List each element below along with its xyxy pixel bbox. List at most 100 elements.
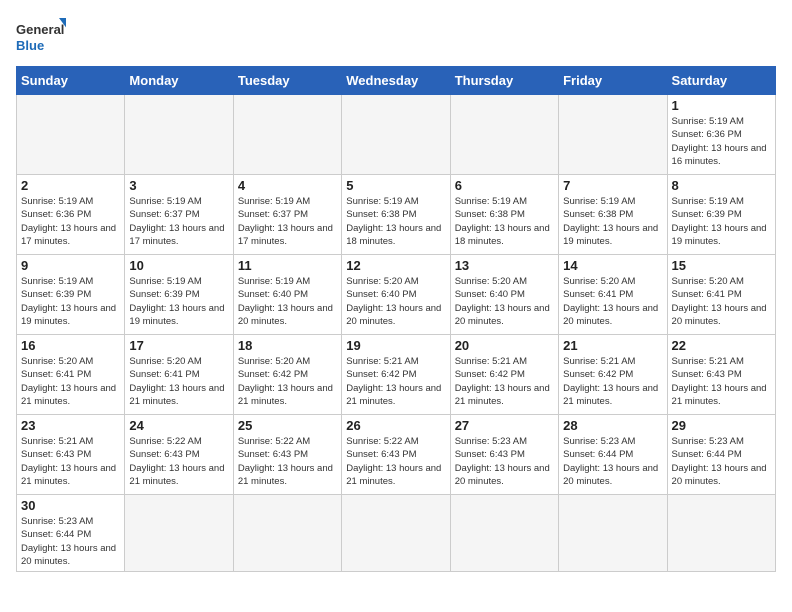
day-number: 23 bbox=[21, 418, 120, 433]
calendar-day-cell bbox=[342, 95, 450, 175]
day-number: 21 bbox=[563, 338, 662, 353]
day-info: Sunrise: 5:19 AM Sunset: 6:39 PM Dayligh… bbox=[129, 275, 228, 328]
calendar-day-cell bbox=[125, 95, 233, 175]
day-info: Sunrise: 5:19 AM Sunset: 6:38 PM Dayligh… bbox=[455, 195, 554, 248]
calendar-day-cell: 8Sunrise: 5:19 AM Sunset: 6:39 PM Daylig… bbox=[667, 175, 775, 255]
svg-text:Blue: Blue bbox=[16, 38, 44, 53]
day-number: 2 bbox=[21, 178, 120, 193]
calendar-day-cell bbox=[125, 495, 233, 572]
day-number: 20 bbox=[455, 338, 554, 353]
day-number: 26 bbox=[346, 418, 445, 433]
day-info: Sunrise: 5:19 AM Sunset: 6:37 PM Dayligh… bbox=[129, 195, 228, 248]
calendar-day-cell bbox=[667, 495, 775, 572]
calendar-day-cell: 18 Sunrise: 5:20 AM Sunset: 6:42 PM Dayli… bbox=[233, 335, 341, 415]
day-number: 15 bbox=[672, 258, 771, 273]
calendar-day-cell: 16Sunrise: 5:20 AM Sunset: 6:41 PM Dayli… bbox=[17, 335, 125, 415]
calendar-day-cell bbox=[559, 95, 667, 175]
day-info: Sunrise: 5:20 AM Sunset: 6:41 PM Dayligh… bbox=[563, 275, 662, 328]
day-number: 4 bbox=[238, 178, 337, 193]
calendar-week-row: 16Sunrise: 5:20 AM Sunset: 6:41 PM Dayli… bbox=[17, 335, 776, 415]
calendar-day-cell: 14 Sunrise: 5:20 AM Sunset: 6:41 PM Dayli… bbox=[559, 255, 667, 335]
calendar-week-row: 30 Sunrise: 5:23 AM Sunset: 6:44 PM Dayli… bbox=[17, 495, 776, 572]
calendar-day-cell bbox=[233, 495, 341, 572]
day-number: 1 bbox=[672, 98, 771, 113]
calendar-day-cell: 19 Sunrise: 5:21 AM Sunset: 6:42 PM Dayli… bbox=[342, 335, 450, 415]
calendar-day-cell: 17Sunrise: 5:20 AM Sunset: 6:41 PM Dayli… bbox=[125, 335, 233, 415]
day-number: 22 bbox=[672, 338, 771, 353]
day-info: Sunrise: 5:21 AM Sunset: 6:42 PM Dayligh… bbox=[455, 355, 554, 408]
calendar-day-cell: 24 Sunrise: 5:22 AM Sunset: 6:43 PM Dayli… bbox=[125, 415, 233, 495]
day-number: 8 bbox=[672, 178, 771, 193]
calendar-day-cell bbox=[559, 495, 667, 572]
calendar-week-row: 2 Sunrise: 5:19 AM Sunset: 6:36 PM Daylig… bbox=[17, 175, 776, 255]
calendar-day-cell: 11Sunrise: 5:19 AM Sunset: 6:40 PM Dayli… bbox=[233, 255, 341, 335]
day-info: Sunrise: 5:22 AM Sunset: 6:43 PM Dayligh… bbox=[129, 435, 228, 488]
day-number: 10 bbox=[129, 258, 228, 273]
day-number: 6 bbox=[455, 178, 554, 193]
day-number: 19 bbox=[346, 338, 445, 353]
day-info: Sunrise: 5:19 AM Sunset: 6:37 PM Dayligh… bbox=[238, 195, 337, 248]
day-info: Sunrise: 5:20 AM Sunset: 6:40 PM Dayligh… bbox=[346, 275, 445, 328]
calendar-day-cell: 4 Sunrise: 5:19 AM Sunset: 6:37 PM Daylig… bbox=[233, 175, 341, 255]
day-info: Sunrise: 5:20 AM Sunset: 6:40 PM Dayligh… bbox=[455, 275, 554, 328]
day-info: Sunrise: 5:20 AM Sunset: 6:42 PM Dayligh… bbox=[238, 355, 337, 408]
calendar-day-cell: 22Sunrise: 5:21 AM Sunset: 6:43 PM Dayli… bbox=[667, 335, 775, 415]
calendar-day-cell: 10 Sunrise: 5:19 AM Sunset: 6:39 PM Dayli… bbox=[125, 255, 233, 335]
calendar-day-cell bbox=[450, 95, 558, 175]
day-number: 3 bbox=[129, 178, 228, 193]
calendar-day-cell bbox=[450, 495, 558, 572]
calendar-day-cell: 1 Sunrise: 5:19 AM Sunset: 6:36 PM Daylig… bbox=[667, 95, 775, 175]
day-number: 24 bbox=[129, 418, 228, 433]
day-info: Sunrise: 5:19 AM Sunset: 6:39 PM Dayligh… bbox=[21, 275, 120, 328]
weekday-header-row: SundayMondayTuesdayWednesdayThursdayFrid… bbox=[17, 67, 776, 95]
day-number: 18 bbox=[238, 338, 337, 353]
calendar-day-cell: 6 Sunrise: 5:19 AM Sunset: 6:38 PM Daylig… bbox=[450, 175, 558, 255]
calendar-day-cell: 7Sunrise: 5:19 AM Sunset: 6:38 PM Daylig… bbox=[559, 175, 667, 255]
day-number: 12 bbox=[346, 258, 445, 273]
day-info: Sunrise: 5:19 AM Sunset: 6:38 PM Dayligh… bbox=[346, 195, 445, 248]
svg-text:General: General bbox=[16, 22, 64, 37]
day-number: 14 bbox=[563, 258, 662, 273]
day-number: 9 bbox=[21, 258, 120, 273]
weekday-header-thursday: Thursday bbox=[450, 67, 558, 95]
day-info: Sunrise: 5:21 AM Sunset: 6:43 PM Dayligh… bbox=[21, 435, 120, 488]
day-number: 30 bbox=[21, 498, 120, 513]
day-info: Sunrise: 5:22 AM Sunset: 6:43 PM Dayligh… bbox=[346, 435, 445, 488]
day-info: Sunrise: 5:23 AM Sunset: 6:43 PM Dayligh… bbox=[455, 435, 554, 488]
calendar-table: SundayMondayTuesdayWednesdayThursdayFrid… bbox=[16, 66, 776, 572]
day-number: 13 bbox=[455, 258, 554, 273]
day-info: Sunrise: 5:23 AM Sunset: 6:44 PM Dayligh… bbox=[21, 515, 120, 568]
calendar-day-cell bbox=[342, 495, 450, 572]
calendar-day-cell: 15Sunrise: 5:20 AM Sunset: 6:41 PM Dayli… bbox=[667, 255, 775, 335]
day-info: Sunrise: 5:19 AM Sunset: 6:36 PM Dayligh… bbox=[672, 115, 771, 168]
logo: General Blue bbox=[16, 16, 66, 56]
day-info: Sunrise: 5:20 AM Sunset: 6:41 PM Dayligh… bbox=[21, 355, 120, 408]
weekday-header-sunday: Sunday bbox=[17, 67, 125, 95]
calendar-day-cell: 2 Sunrise: 5:19 AM Sunset: 6:36 PM Daylig… bbox=[17, 175, 125, 255]
day-info: Sunrise: 5:21 AM Sunset: 6:42 PM Dayligh… bbox=[346, 355, 445, 408]
calendar-day-cell bbox=[233, 95, 341, 175]
calendar-day-cell: 26 Sunrise: 5:22 AM Sunset: 6:43 PM Dayli… bbox=[342, 415, 450, 495]
calendar-week-row: 1 Sunrise: 5:19 AM Sunset: 6:36 PM Daylig… bbox=[17, 95, 776, 175]
day-number: 5 bbox=[346, 178, 445, 193]
calendar-day-cell: 3 Sunrise: 5:19 AM Sunset: 6:37 PM Daylig… bbox=[125, 175, 233, 255]
calendar-day-cell: 25Sunrise: 5:22 AM Sunset: 6:43 PM Dayli… bbox=[233, 415, 341, 495]
calendar-day-cell bbox=[17, 95, 125, 175]
weekday-header-wednesday: Wednesday bbox=[342, 67, 450, 95]
calendar-day-cell: 21Sunrise: 5:21 AM Sunset: 6:42 PM Dayli… bbox=[559, 335, 667, 415]
day-number: 28 bbox=[563, 418, 662, 433]
calendar-day-cell: 30 Sunrise: 5:23 AM Sunset: 6:44 PM Dayli… bbox=[17, 495, 125, 572]
calendar-week-row: 23 Sunrise: 5:21 AM Sunset: 6:43 PM Dayli… bbox=[17, 415, 776, 495]
day-info: Sunrise: 5:19 AM Sunset: 6:36 PM Dayligh… bbox=[21, 195, 120, 248]
day-info: Sunrise: 5:19 AM Sunset: 6:40 PM Dayligh… bbox=[238, 275, 337, 328]
day-info: Sunrise: 5:22 AM Sunset: 6:43 PM Dayligh… bbox=[238, 435, 337, 488]
header: General Blue bbox=[16, 16, 776, 56]
calendar-day-cell: 20 Sunrise: 5:21 AM Sunset: 6:42 PM Dayli… bbox=[450, 335, 558, 415]
day-info: Sunrise: 5:19 AM Sunset: 6:38 PM Dayligh… bbox=[563, 195, 662, 248]
calendar-day-cell: 29Sunrise: 5:23 AM Sunset: 6:44 PM Dayli… bbox=[667, 415, 775, 495]
day-number: 17 bbox=[129, 338, 228, 353]
calendar-day-cell: 9 Sunrise: 5:19 AM Sunset: 6:39 PM Daylig… bbox=[17, 255, 125, 335]
day-info: Sunrise: 5:23 AM Sunset: 6:44 PM Dayligh… bbox=[563, 435, 662, 488]
weekday-header-tuesday: Tuesday bbox=[233, 67, 341, 95]
weekday-header-monday: Monday bbox=[125, 67, 233, 95]
